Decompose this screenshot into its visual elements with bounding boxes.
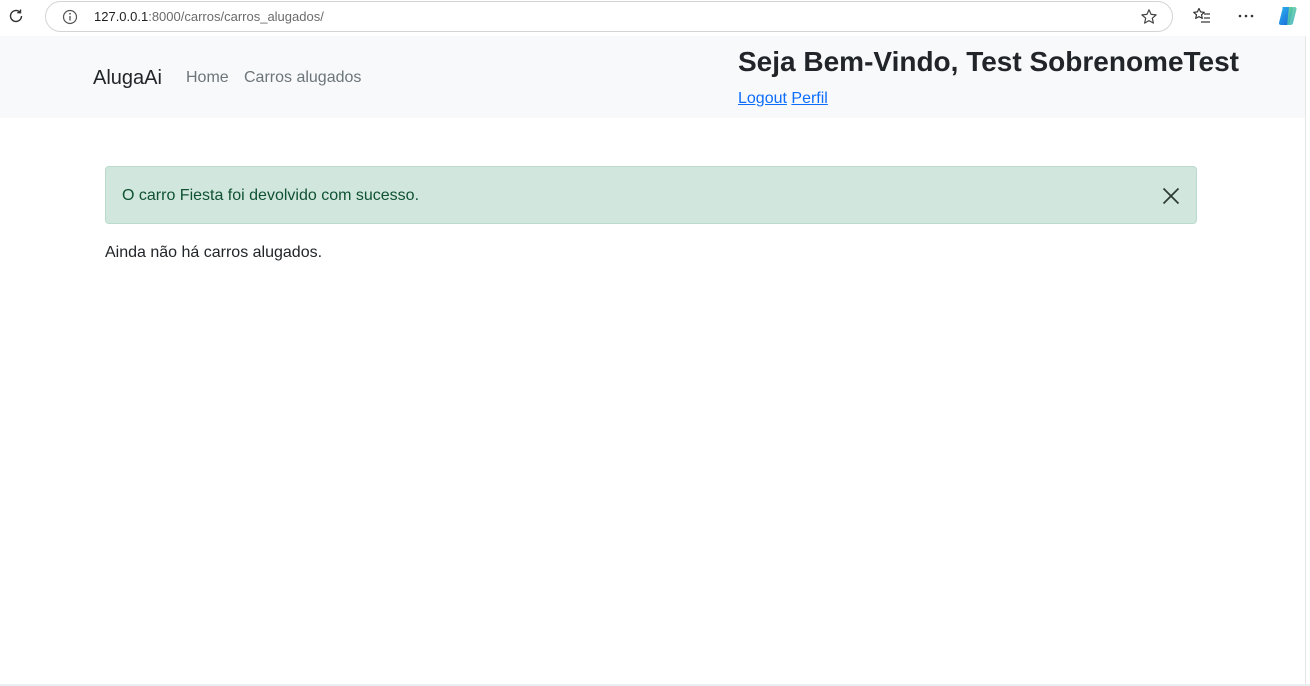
close-icon[interactable] bbox=[1160, 185, 1182, 207]
alert-message: O carro Fiesta foi devolvido com sucesso… bbox=[122, 187, 420, 204]
nav-link-rented-cars[interactable]: Carros alugados bbox=[244, 68, 361, 88]
url-text[interactable]: 127.0.0.1:8000/carros/carros_alugados/ bbox=[94, 9, 324, 25]
empty-state-message: Ainda não há carros alugados. bbox=[105, 244, 323, 261]
user-links: Logout Perfil bbox=[738, 89, 828, 109]
browser-toolbar: 127.0.0.1:8000/carros/carros_alugados/ bbox=[0, 0, 1310, 35]
more-options-icon[interactable] bbox=[1235, 5, 1257, 27]
address-bar[interactable]: 127.0.0.1:8000/carros/carros_alugados/ bbox=[45, 1, 1173, 32]
window-edge bbox=[1305, 36, 1310, 686]
logout-link[interactable]: Logout bbox=[738, 90, 787, 107]
nav-link-home[interactable]: Home bbox=[186, 68, 229, 88]
welcome-heading: Seja Bem-Vindo, Test SobrenomeTest bbox=[738, 46, 1240, 77]
info-icon[interactable] bbox=[62, 9, 78, 25]
navbar: AlugaAi Home Carros alugados Seja Bem-Vi… bbox=[0, 36, 1305, 118]
success-alert: O carro Fiesta foi devolvido com sucesso… bbox=[105, 166, 1197, 224]
profile-link[interactable]: Perfil bbox=[791, 90, 827, 107]
copilot-icon[interactable] bbox=[1276, 4, 1300, 28]
url-path: :8000/carros/carros_alugados/ bbox=[148, 9, 324, 24]
reload-icon[interactable] bbox=[5, 5, 27, 27]
brand-link[interactable]: AlugaAi bbox=[93, 66, 162, 90]
favorites-icon[interactable] bbox=[1191, 5, 1213, 27]
url-host: 127.0.0.1 bbox=[94, 9, 149, 24]
star-icon[interactable] bbox=[1140, 8, 1158, 26]
